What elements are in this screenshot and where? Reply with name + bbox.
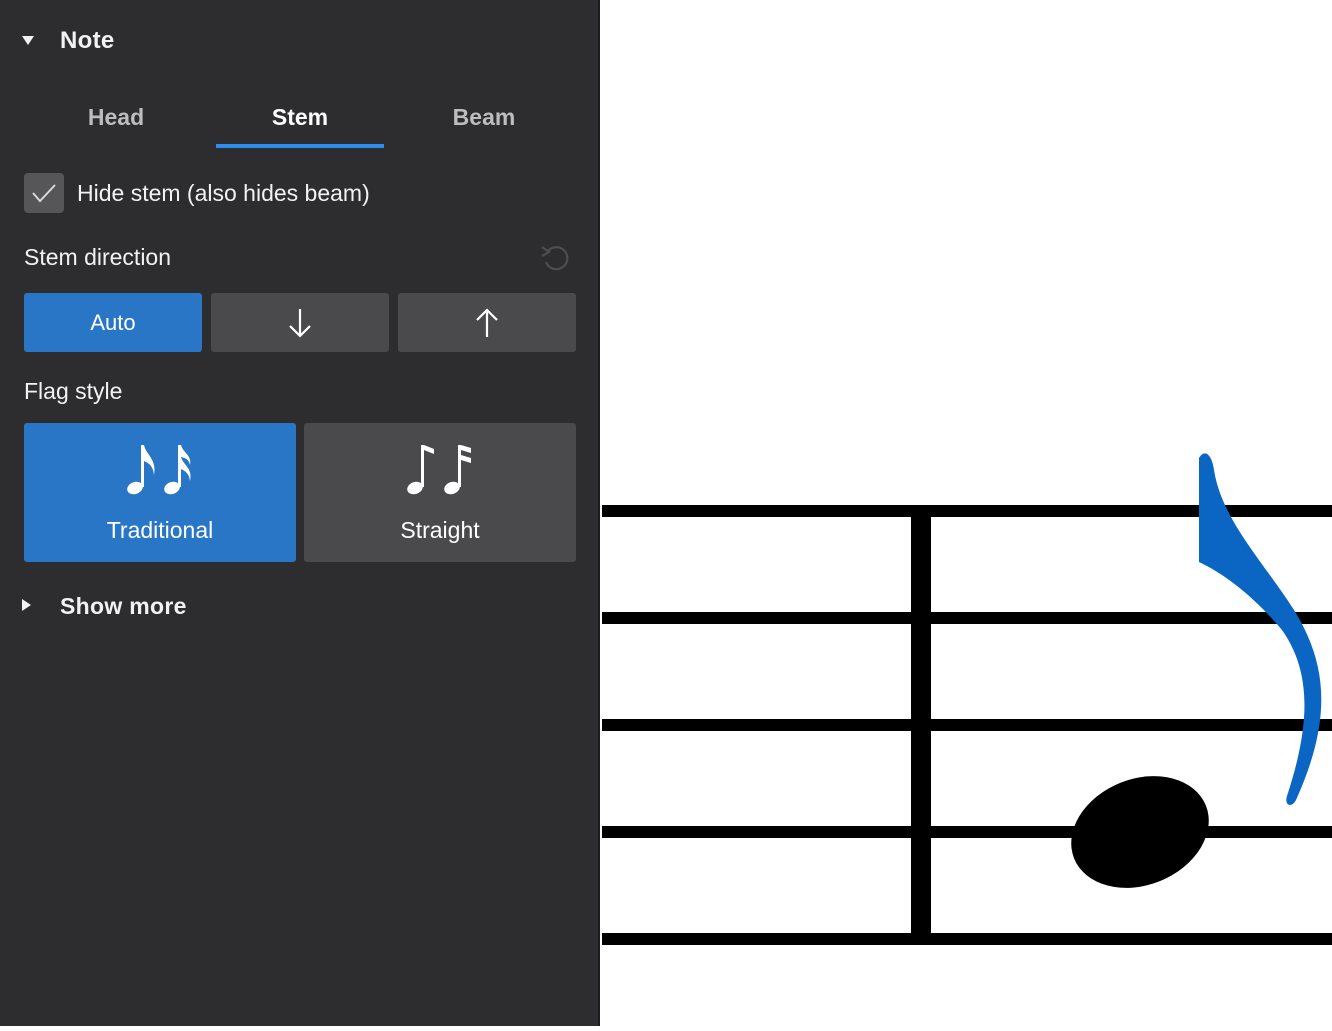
score-canvas[interactable] [602,0,1332,1026]
flag-style-traditional-label: Traditional [106,517,214,543]
show-more-label: Show more [60,592,187,619]
stem-direction-label: Stem direction [24,244,172,270]
stem-direction-auto-button[interactable]: Auto [24,293,202,352]
tab-stem[interactable]: Stem [208,92,392,148]
notehead[interactable] [1054,756,1225,907]
flag-style-traditional-button[interactable]: Traditional [24,423,296,562]
stem-direction-down-button[interactable] [211,293,389,352]
section-title: Note [60,27,115,54]
triangle-right-icon [22,598,36,614]
checkmark-icon [32,184,56,203]
arrow-down-icon [289,308,311,338]
tab-beam[interactable]: Beam [392,92,576,142]
properties-panel: Note Head Stem Beam Hide stem (also hide… [0,0,600,1026]
straight-flags-icon [304,441,576,497]
hide-stem-label: Hide stem (also hides beam) [77,179,370,206]
undo-icon[interactable] [539,241,573,278]
tab-head[interactable]: Head [24,92,208,142]
note-section-header[interactable]: Note [22,26,115,56]
hide-stem-row: Hide stem (also hides beam) [24,173,370,213]
arrow-up-icon [476,307,498,337]
staff-view [602,453,1332,945]
note-tabs: Head Stem Beam [24,92,576,150]
stem-direction-up-button[interactable] [398,293,576,352]
hide-stem-checkbox[interactable] [24,173,64,213]
flag-style-straight-button[interactable]: Straight [304,423,576,562]
traditional-flags-icon [24,441,296,497]
barline [911,505,931,945]
triangle-down-icon [22,34,36,49]
flag-style-straight-label: Straight [400,517,480,543]
flag-style-label: Flag style [24,378,123,404]
show-more-toggle[interactable]: Show more [22,591,187,621]
